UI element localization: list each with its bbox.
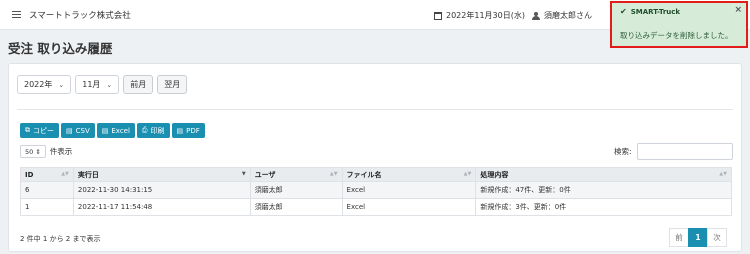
history-table: ID ▲▼ 実行日 ▼ ユーザ ▲▼ ファイル名 ▲▼ 処理内容 ▲▼ 6 2022-11… — [20, 167, 732, 216]
file-icon: ▤ — [176, 126, 184, 135]
toast-message: 取り込みデータを削除しました。 — [620, 31, 733, 40]
hamburger-menu-icon[interactable] — [12, 11, 21, 18]
table-info: 2 件中 1 から 2 まで表示 — [20, 235, 101, 243]
next-page-button[interactable]: 次 — [707, 228, 727, 247]
cell-filename: Excel — [341, 181, 477, 199]
cell-date: 2022-11-30 14:31:15 — [72, 181, 251, 199]
pdf-button[interactable]: ▤ PDF — [171, 123, 205, 138]
prev-month-button[interactable]: 前月 — [123, 75, 154, 94]
success-toast: ✔ SMART-Truck × 取り込みデータを削除しました。 — [610, 1, 748, 48]
page-length-select[interactable]: 50 ⇕ — [20, 145, 46, 158]
table-header-row: ID ▲▼ 実行日 ▼ ユーザ ▲▼ ファイル名 ▲▼ 処理内容 ▲▼ — [20, 167, 732, 182]
copy-button[interactable]: ⧉ コピー — [20, 123, 59, 138]
print-icon: ⎙ — [141, 126, 148, 134]
calendar-icon — [434, 11, 442, 20]
chevron-down-icon: ⌄ — [58, 80, 65, 89]
chevron-down-icon: ⌄ — [106, 80, 113, 89]
year-select[interactable]: 2022年 ⌄ — [17, 75, 72, 94]
prev-page-button[interactable]: 前 — [669, 228, 689, 247]
col-date[interactable]: 実行日 ▼ — [72, 167, 251, 182]
col-processing[interactable]: 処理内容 ▲▼ — [475, 167, 732, 182]
current-date-text: 2022年11月30日(水) — [446, 11, 525, 20]
cell-user: 須磨太郎 — [249, 181, 343, 199]
toast-header: ✔ SMART-Truck — [620, 7, 680, 16]
user-name: 須磨太郎さん — [544, 11, 592, 20]
close-icon[interactable]: × — [734, 5, 742, 15]
search-input[interactable] — [636, 143, 733, 160]
pagination: 前 1 次 — [669, 228, 727, 247]
month-filters: 2022年 ⌄ 11月 ⌄ 前月 翌月 — [17, 75, 188, 94]
sort-icon: ▲▼ — [61, 171, 69, 177]
col-id[interactable]: ID ▲▼ — [20, 167, 74, 182]
file-icon: ▤ — [66, 126, 73, 135]
csv-button[interactable]: ▤ CSV — [61, 123, 95, 138]
page-length-label: 件表示 — [49, 147, 73, 156]
user-icon — [532, 11, 540, 20]
cell-id: 6 — [20, 181, 74, 199]
file-icon: ▤ — [101, 126, 109, 135]
next-month-button[interactable]: 翌月 — [157, 75, 188, 94]
updown-icon: ⇕ — [35, 147, 41, 156]
cell-date: 2022-11-17 11:54:48 — [72, 198, 251, 216]
cell-processing: 新規作成：47件、更新：0件 — [475, 181, 732, 199]
sort-icon: ▲▼ — [329, 171, 338, 177]
col-filename[interactable]: ファイル名 ▲▼ — [341, 167, 477, 182]
table-row: 6 2022-11-30 14:31:15 須磨太郎 Excel 新規作成：47… — [20, 181, 732, 199]
page-1-button[interactable]: 1 — [688, 228, 708, 247]
current-date: 2022年11月30日(水) — [434, 10, 525, 21]
divider — [17, 109, 733, 110]
table-row: 1 2022-11-17 11:54:48 須磨太郎 Excel 新規作成：3件… — [20, 198, 732, 216]
search-label: 検索: — [614, 147, 632, 156]
month-select[interactable]: 11月 ⌄ — [75, 75, 120, 94]
table-search: 検索: — [614, 143, 733, 160]
sort-icon: ▲▼ — [463, 171, 472, 177]
sort-desc-icon: ▼ — [241, 171, 246, 177]
export-buttons: ⧉ コピー ▤ CSV ▤ Excel ⎙ 印刷 ▤ PDF — [20, 123, 205, 138]
page-length: 50 ⇕ 件表示 — [20, 145, 72, 158]
check-icon: ✔ — [620, 7, 627, 16]
user-menu[interactable]: 須磨太郎さん — [532, 10, 592, 21]
sort-icon: ▲▼ — [719, 171, 727, 177]
print-button[interactable]: ⎙ 印刷 — [136, 123, 170, 138]
cell-processing: 新規作成：3件、更新：0件 — [475, 198, 732, 216]
history-card: 2022年 ⌄ 11月 ⌄ 前月 翌月 ⧉ コピー ▤ CSV ▤ Excel ⎙ 印刷 ▤… — [8, 63, 742, 252]
cell-filename: Excel — [341, 198, 477, 216]
col-user[interactable]: ユーザ ▲▼ — [249, 167, 343, 182]
page-title: 受注 取り込み履歴 — [8, 41, 113, 56]
excel-button[interactable]: ▤ Excel — [96, 123, 135, 138]
copy-icon: ⧉ — [25, 126, 30, 134]
cell-user: 須磨太郎 — [249, 198, 343, 216]
cell-id: 1 — [20, 198, 74, 216]
company-name: スマートトラック株式会社 — [29, 10, 131, 21]
toast-title: SMART-Truck — [630, 7, 681, 16]
